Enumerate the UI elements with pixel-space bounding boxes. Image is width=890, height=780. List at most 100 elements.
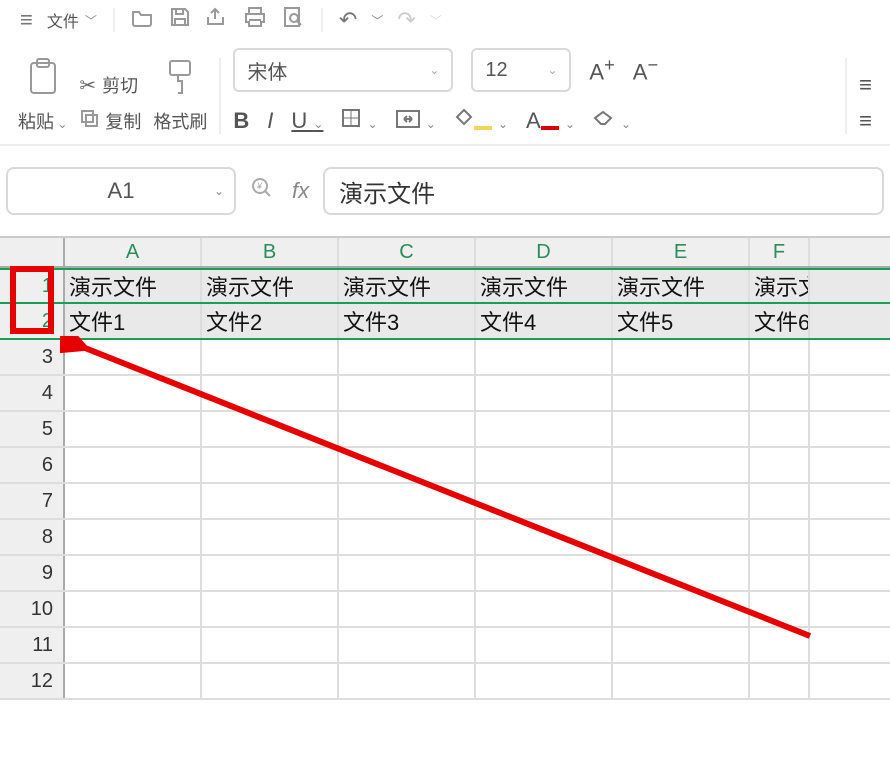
cell[interactable] [65,664,202,698]
cell[interactable]: 文件4 [476,304,613,338]
merge-cells-button[interactable]: ⌄ [396,108,436,134]
undo-dropdown-icon[interactable]: ﹀ [371,12,383,29]
cell[interactable] [202,628,339,662]
cell[interactable] [202,556,339,590]
folder-open-icon[interactable] [131,6,155,34]
column-header[interactable]: E [613,238,750,266]
name-box[interactable]: A1 ⌄ [6,167,236,215]
spreadsheet-grid[interactable]: A B C D E F 1 演示文件 演示文件 演示文件 演示文件 演示文件 演… [0,236,890,700]
cell[interactable] [750,412,810,446]
cell[interactable] [65,484,202,518]
row-header[interactable]: 9 [0,556,65,590]
cell[interactable] [202,376,339,410]
fill-color-button[interactable]: ⌄ [454,108,508,134]
cell[interactable] [476,376,613,410]
redo-dropdown-icon[interactable]: ﹀ [430,12,442,29]
cell[interactable] [750,448,810,482]
cell[interactable] [65,628,202,662]
cell[interactable] [750,520,810,554]
cell[interactable] [339,520,476,554]
column-header[interactable]: B [202,238,339,266]
menu-icon[interactable]: ≡ [20,7,33,33]
cell[interactable] [339,448,476,482]
cell[interactable]: 文件3 [339,304,476,338]
undo-icon[interactable]: ↶ [339,7,357,33]
cell[interactable] [476,556,613,590]
cell[interactable] [339,664,476,698]
cell[interactable] [476,340,613,374]
cell[interactable] [476,520,613,554]
cell[interactable]: 文件5 [613,304,750,338]
print-icon[interactable] [243,6,267,34]
cell[interactable] [65,520,202,554]
cell[interactable] [613,412,750,446]
column-header[interactable]: A [65,238,202,266]
cell[interactable] [65,412,202,446]
print-preview-icon[interactable] [281,6,305,34]
row-header[interactable]: 5 [0,412,65,446]
cell[interactable] [65,376,202,410]
cell[interactable] [202,340,339,374]
row-header[interactable]: 12 [0,664,65,698]
cell[interactable] [339,556,476,590]
cell[interactable] [202,592,339,626]
zoom-icon[interactable]: ¥ [250,176,274,206]
cell[interactable] [613,628,750,662]
formula-input[interactable]: 演示文件 [323,167,884,215]
cell[interactable] [476,484,613,518]
cell[interactable] [613,664,750,698]
cell[interactable] [202,412,339,446]
cut-button[interactable]: ✂ 剪切 [79,72,141,98]
cell[interactable] [339,412,476,446]
cell[interactable] [65,592,202,626]
cell[interactable] [202,484,339,518]
cell[interactable] [476,664,613,698]
cell[interactable] [65,556,202,590]
cell[interactable] [750,592,810,626]
save-icon[interactable] [169,6,191,34]
cell[interactable] [476,412,613,446]
font-family-select[interactable]: 宋体 ⌄ [233,48,453,92]
cell[interactable]: 演示文件 [476,270,613,302]
column-header[interactable]: F [750,238,810,266]
cell[interactable]: 演示文件 [339,270,476,302]
cell[interactable] [750,340,810,374]
format-painter-icon[interactable] [162,57,198,106]
row-header[interactable]: 3 [0,340,65,374]
cell[interactable]: 演示文件 [65,270,202,302]
decrease-font-button[interactable]: A− [633,54,658,85]
row-header[interactable]: 7 [0,484,65,518]
cell[interactable] [476,448,613,482]
select-all-corner[interactable] [0,238,65,266]
cell[interactable] [750,628,810,662]
cell[interactable]: 演示文件 [613,270,750,302]
row-header[interactable]: 6 [0,448,65,482]
column-header[interactable]: C [339,238,476,266]
cell[interactable] [750,376,810,410]
cell[interactable]: 文件6 [750,304,810,338]
cell[interactable]: 文件1 [65,304,202,338]
italic-button[interactable]: I [267,108,273,134]
cell[interactable] [202,448,339,482]
cell[interactable]: 文件2 [202,304,339,338]
redo-icon[interactable]: ↷ [397,7,415,33]
cell[interactable]: 演示文 [750,270,810,302]
row-header[interactable]: 11 [0,628,65,662]
underline-button[interactable]: U ⌄ [291,108,323,134]
cell[interactable] [65,340,202,374]
cell[interactable] [613,448,750,482]
cell[interactable] [750,556,810,590]
cell[interactable] [339,376,476,410]
cell[interactable] [613,340,750,374]
export-icon[interactable] [205,6,229,34]
font-color-button[interactable]: A ⌄ [526,108,575,134]
format-painter-button[interactable]: 格式刷 [153,108,207,134]
cell[interactable] [613,592,750,626]
cell[interactable] [202,664,339,698]
clipboard-icon[interactable] [25,57,61,106]
cell[interactable] [339,340,476,374]
column-header[interactable]: D [476,238,613,266]
increase-font-button[interactable]: A+ [589,54,614,85]
cell[interactable] [750,484,810,518]
cell[interactable] [613,520,750,554]
